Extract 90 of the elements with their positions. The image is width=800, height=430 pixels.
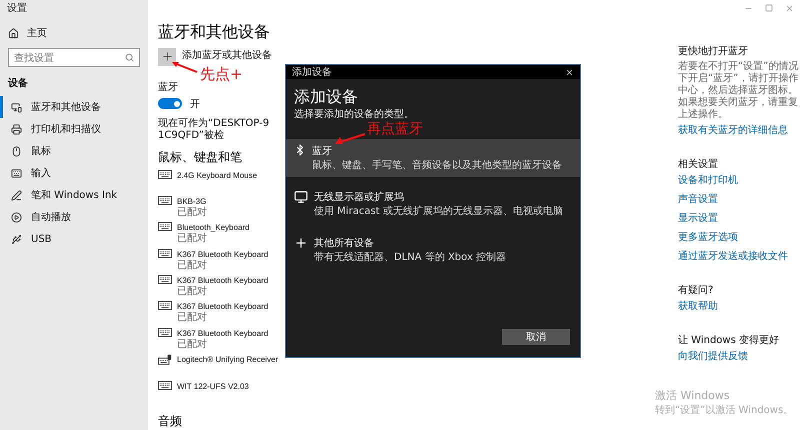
keyboard-icon bbox=[158, 275, 172, 284]
search-icon bbox=[125, 53, 134, 62]
panel-heading: 有疑问? bbox=[678, 284, 714, 297]
annotation-arrow bbox=[334, 133, 366, 145]
keyboard-icon bbox=[11, 168, 22, 178]
play-circle-icon bbox=[11, 212, 22, 222]
annotation-text: 再点蓝牙 bbox=[367, 121, 423, 138]
section-heading: 音频 bbox=[158, 413, 182, 430]
option-title: 无线显示器或扩展坞 bbox=[314, 190, 404, 204]
device-type-option[interactable]: 无线显示器或扩展坞 使用 Miracast 或无线扩展坞的无线显示器、电视或电脑 bbox=[286, 185, 580, 223]
annotation-text: 先点+ bbox=[200, 66, 243, 84]
device-name: Logitech® Unifying Receiver bbox=[177, 354, 278, 366]
option-description: 使用 Miracast 或无线扩展坞的无线显示器、电视或电脑 bbox=[314, 204, 563, 218]
option-description: 带有无线适配器、DLNA 等的 Xbox 控制器 bbox=[314, 250, 506, 264]
sidebar-item[interactable]: 输入 bbox=[0, 162, 148, 184]
panel-heading: 让 Windows 变得更好 bbox=[678, 334, 780, 347]
keyboard-icon bbox=[158, 380, 172, 390]
section-heading: 设备 bbox=[6, 76, 29, 91]
option-title: 其他所有设备 bbox=[314, 236, 374, 250]
device-type-option[interactable]: 其他所有设备 带有无线适配器、DLNA 等的 Xbox 控制器 bbox=[286, 231, 580, 269]
device-name: BKB-3G bbox=[177, 196, 207, 206]
keyboard-icon bbox=[158, 301, 172, 310]
usb-icon bbox=[11, 234, 22, 244]
panel-heading: 更快地打开蓝牙 bbox=[678, 44, 749, 58]
device-name: K367 Bluetooth Keyboard bbox=[177, 275, 268, 286]
keyboard-receiver-icon bbox=[158, 354, 172, 366]
section-heading: 鼠标、键盘和笔 bbox=[158, 148, 242, 166]
device-status: 已配对 bbox=[177, 286, 208, 298]
window-title: 设置 bbox=[6, 2, 28, 16]
sidebar-item[interactable]: USB bbox=[0, 228, 148, 250]
cancel-button[interactable]: 取消 bbox=[502, 329, 570, 345]
device-name: 2.4G Keyboard Mouse bbox=[177, 170, 258, 180]
keyboard-icon bbox=[158, 222, 172, 232]
device-name: K367 Bluetooth Keyboard bbox=[177, 248, 268, 260]
panel-link[interactable]: 向我们提供反馈 bbox=[678, 350, 800, 363]
activation-text: 转到“设置”以激活 Windows。 bbox=[655, 404, 794, 417]
device-status: 已配对 bbox=[177, 233, 208, 244]
search-field[interactable]: 查找设置 bbox=[8, 48, 140, 67]
devices-icon bbox=[11, 102, 22, 112]
sidebar-item[interactable]: 蓝牙和其他设备 bbox=[0, 96, 148, 118]
dialog-subtitle: 选择要添加的设备的类型。 bbox=[294, 109, 414, 121]
option-description: 鼠标、键盘、手写笔、音频设备以及其他类型的蓝牙设备 bbox=[312, 158, 562, 172]
panel-link[interactable]: 获取帮助 bbox=[678, 300, 800, 313]
plus-icon bbox=[294, 236, 308, 250]
panel-link[interactable]: 显示设置 bbox=[678, 212, 800, 225]
option-title: 蓝牙 bbox=[312, 144, 332, 158]
plus-icon bbox=[160, 50, 174, 63]
printer-icon bbox=[11, 124, 22, 134]
device-name: Bluetooth_Keyboard bbox=[177, 222, 250, 232]
panel-link[interactable]: 声音设置 bbox=[678, 193, 800, 206]
keyboard-icon bbox=[158, 196, 172, 205]
sidebar-item[interactable]: 笔和 Windows Ink bbox=[0, 184, 148, 206]
discoverable-text: 现在可作为“DESKTOP-91C9QFD”被检 bbox=[158, 118, 270, 142]
device-status: 已配对 bbox=[177, 338, 208, 350]
annotation-arrow bbox=[171, 60, 198, 74]
device-name: WIT 122-UFS V2.03 bbox=[177, 380, 249, 392]
dialog-title: 添加设备 bbox=[292, 66, 332, 79]
device-type-option[interactable]: 蓝牙 鼠标、键盘、手写笔、音频设备以及其他类型的蓝牙设备 bbox=[286, 139, 580, 177]
activation-title: 激活 Windows bbox=[655, 388, 731, 403]
page-title: 蓝牙和其他设备 bbox=[158, 22, 270, 43]
panel-text: 若要在不打开“设置”的情况下开启“蓝牙”，请打开操作中心，然后选择蓝牙图标。如果想要关闭蓝牙，请重复上述操作。 bbox=[678, 61, 800, 121]
panel-heading: 相关设置 bbox=[678, 158, 719, 171]
add-device-button[interactable] bbox=[158, 48, 176, 66]
sidebar-item[interactable]: 鼠标 bbox=[0, 140, 148, 162]
panel-link[interactable]: 获取有关蓝牙的详细信息 bbox=[678, 124, 800, 137]
panel-link[interactable]: 通过蓝牙发送或接收文件 bbox=[678, 250, 800, 263]
monitor-icon bbox=[294, 190, 308, 204]
panel-link[interactable]: 设备和打印机 bbox=[678, 174, 800, 187]
device-name: K367 Bluetooth Keyboard bbox=[177, 328, 268, 338]
home-link[interactable]: 主页 bbox=[27, 26, 47, 40]
sidebar-item[interactable]: 自动播放 bbox=[0, 206, 148, 228]
pen-icon bbox=[11, 190, 22, 200]
keyboard-icon bbox=[158, 170, 172, 178]
sidebar-item[interactable]: 打印机和扫描仪 bbox=[0, 118, 148, 140]
dialog-heading: 添加设备 bbox=[293, 86, 359, 108]
bluetooth-icon bbox=[294, 144, 306, 156]
device-status: 已配对 bbox=[177, 206, 207, 218]
keyboard-icon bbox=[158, 328, 172, 337]
toggle-state: 开 bbox=[190, 98, 200, 110]
device-status: 已配对 bbox=[177, 312, 208, 324]
device-name: K367 Bluetooth Keyboard bbox=[177, 301, 268, 312]
device-status: 已配对 bbox=[177, 260, 208, 271]
add-device-label: 添加蓝牙或其他设备 bbox=[182, 48, 272, 62]
mouse-icon bbox=[11, 146, 22, 156]
bluetooth-label: 蓝牙 bbox=[158, 80, 178, 94]
panel-link[interactable]: 更多蓝牙选项 bbox=[678, 231, 800, 244]
keyboard-icon bbox=[158, 248, 172, 258]
close-icon[interactable] bbox=[565, 68, 574, 76]
home-icon bbox=[8, 28, 19, 38]
bluetooth-toggle[interactable] bbox=[158, 98, 182, 109]
